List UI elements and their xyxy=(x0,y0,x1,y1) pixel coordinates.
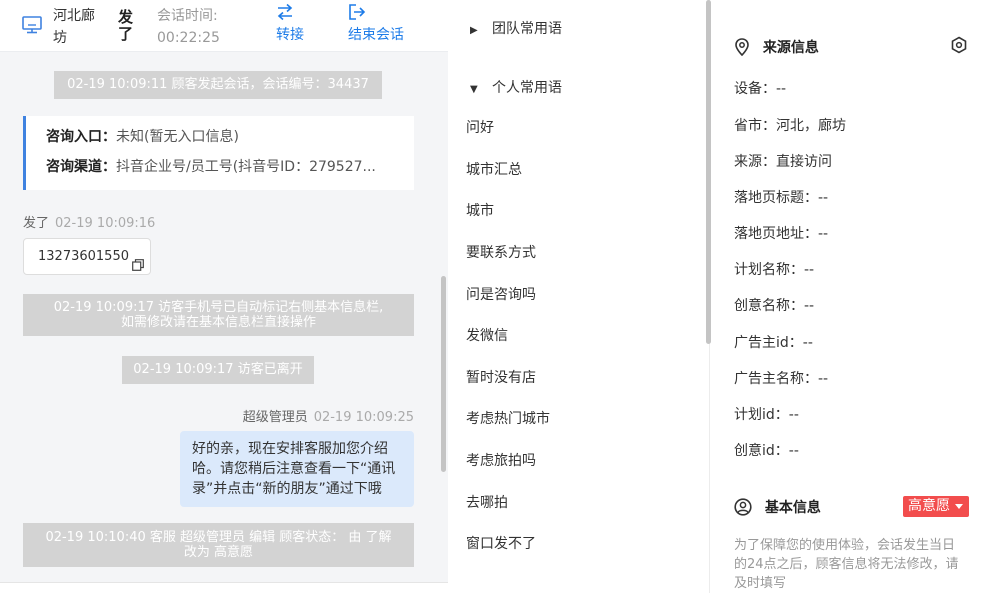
source-creative-id: 创意id：-- xyxy=(734,443,799,459)
transfer-icon xyxy=(276,3,304,21)
session-time-label: 会话时间: xyxy=(157,8,218,24)
settings-hex-icon[interactable] xyxy=(950,36,968,54)
system-message-start: 02-19 10:09:11 顾客发起会话，会话编号：34437 xyxy=(54,71,382,99)
transfer-label: 转接 xyxy=(276,27,304,43)
system-message-phone-marked-line1: 02-19 10:09:17 访客手机号已自动标记右侧基本信息栏, xyxy=(53,300,384,315)
phone-message-bubble: 13273601550 xyxy=(23,238,151,275)
phrase-item[interactable]: 要联系方式 xyxy=(466,242,536,262)
phrases-scrollbar[interactable] xyxy=(706,0,711,344)
agent-message-time: 02-19 10:09:25 xyxy=(313,410,414,425)
location-pin-icon xyxy=(734,38,763,57)
source-landing-title: 落地页标题：-- xyxy=(734,190,829,206)
phrases-panel: ▶ 团队常用语 ▼ 个人常用语 问好 城市汇总 城市 要联系方式 问是咨询吗 发微信… xyxy=(448,0,710,593)
system-message-visitor-left: 02-19 10:09:17 访客已离开 xyxy=(122,356,314,384)
source-plan-name: 计划名称：-- xyxy=(734,262,815,278)
source-device: 设备：-- xyxy=(734,81,787,97)
consult-channel-value: 抖音企业号/员工号(抖音号ID：279527... xyxy=(116,159,376,175)
consult-entry-value: 未知(暂无入口信息) xyxy=(116,129,239,145)
system-message-status-edit-line2: 改为 高意愿 xyxy=(183,545,254,560)
agent-message-bubble: 好的亲，现在安排客服加您介绍哈。请您稍后注意查看一下“通讯录”并点击“新的朋友”… xyxy=(180,431,414,507)
intent-status-value: 高意愿 xyxy=(908,498,950,514)
personal-phrases-label: 个人常用语 xyxy=(492,80,562,96)
phrase-item[interactable]: 去哪拍 xyxy=(466,492,508,512)
source-landing-url: 落地页地址：-- xyxy=(734,226,829,242)
session-time-value: 00:22:25 xyxy=(157,30,220,46)
phrase-item[interactable]: 窗口发不了 xyxy=(466,533,536,553)
phrase-item[interactable]: 发微信 xyxy=(466,325,508,345)
exit-icon xyxy=(348,3,404,21)
team-phrases-label: 团队常用语 xyxy=(492,21,562,37)
transfer-button[interactable]: 转接 xyxy=(276,3,304,44)
chat-scrollbar[interactable] xyxy=(441,276,446,472)
phrase-item[interactable]: 城市汇总 xyxy=(466,159,522,179)
basic-info-label: 基本信息 xyxy=(764,500,821,516)
source-advertiser-name: 广告主名称：-- xyxy=(734,371,829,387)
agent-message-sender: 超级管理员 xyxy=(242,410,308,425)
phrase-item[interactable]: 暂时没有店 xyxy=(466,367,536,387)
system-message-status-edit: 02-19 10:10:40 客服 超级管理员 编辑 顾客状态： 由 了解 改为… xyxy=(23,523,414,567)
user-circle-icon xyxy=(734,498,765,516)
source-info-title: 来源信息 xyxy=(734,37,819,57)
chat-header: 河北廊坊 发了 会话时间: 00:22:25 转接 结束会话 xyxy=(0,0,448,52)
source-province-city: 省市：河北，廊坊 xyxy=(734,118,846,134)
chat-panel: 河北廊坊 发了 会话时间: 00:22:25 转接 结束会话 02-19 10:… xyxy=(0,0,448,593)
consult-entry-row: 咨询入口：未知(暂无入口信息) xyxy=(46,126,406,156)
source-origin: 来源：直接访问 xyxy=(734,154,832,170)
end-session-button[interactable]: 结束会话 xyxy=(348,3,404,44)
consult-entry-label: 咨询入口： xyxy=(46,129,116,145)
caret-down-icon: ▼ xyxy=(470,84,478,95)
phone-number: 13273601550 xyxy=(38,249,129,264)
system-message-status-edit-line1: 02-19 10:10:40 客服 超级管理员 编辑 顾客状态： 由 了解 xyxy=(45,530,392,545)
phrase-item[interactable]: 考虑热门城市 xyxy=(466,408,550,428)
session-time: 会话时间: 00:22:25 xyxy=(157,5,220,49)
team-phrases-group[interactable]: ▶ 团队常用语 xyxy=(470,18,562,38)
visitor-message-time: 02-19 10:09:16 xyxy=(55,216,156,231)
visitor-location: 河北廊坊 xyxy=(53,8,95,46)
visitor-message-sender: 发了 xyxy=(23,216,50,231)
info-panel: 来源信息 设备：-- 省市：河北，廊坊 来源：直接访问 落地页标题：-- 落地页… xyxy=(712,0,986,593)
phrase-item[interactable]: 城市 xyxy=(466,200,494,220)
source-advertiser-id: 广告主id：-- xyxy=(734,335,813,351)
visitor-message-meta: 发了 02-19 10:09:16 xyxy=(23,212,155,231)
visitor-name: 发了 xyxy=(118,8,134,43)
phrase-item[interactable]: 问好 xyxy=(466,117,494,137)
caret-right-icon: ▶ xyxy=(470,25,478,36)
basic-info-notice: 为了保障您的使用体验，会话发生当日的24点之后，顾客信息将无法修改，请及时填写 xyxy=(734,538,959,591)
monitor-icon xyxy=(22,16,42,34)
phrase-item[interactable]: 问是咨询吗 xyxy=(466,284,536,304)
consult-info-card: 咨询入口：未知(暂无入口信息) 咨询渠道：抖音企业号/员工号(抖音号ID：279… xyxy=(23,116,414,190)
system-message-phone-marked-line2: 如需修改请在基本信息栏直接操作 xyxy=(120,315,316,330)
consult-channel-row: 咨询渠道：抖音企业号/员工号(抖音号ID：279527... xyxy=(46,156,406,186)
intent-status-dropdown[interactable]: 高意愿 xyxy=(903,496,969,517)
phrase-item[interactable]: 考虑旅拍吗 xyxy=(466,450,536,470)
chat-input-toolbar xyxy=(0,582,448,593)
consult-channel-label: 咨询渠道： xyxy=(46,159,116,175)
source-plan-id: 计划id：-- xyxy=(734,407,799,423)
source-info-label: 来源信息 xyxy=(762,40,819,56)
agent-message-meta: 超级管理员 02-19 10:09:25 xyxy=(243,406,414,425)
basic-info-title: 基本信息 xyxy=(734,497,821,517)
system-message-phone-marked: 02-19 10:09:17 访客手机号已自动标记右侧基本信息栏, 如需修改请在… xyxy=(23,294,414,336)
caret-down-icon xyxy=(955,504,963,509)
end-session-label: 结束会话 xyxy=(348,27,404,43)
personal-phrases-group[interactable]: ▼ 个人常用语 xyxy=(470,77,562,97)
copy-icon[interactable] xyxy=(132,250,144,271)
source-creative-name: 创意名称：-- xyxy=(734,298,815,314)
